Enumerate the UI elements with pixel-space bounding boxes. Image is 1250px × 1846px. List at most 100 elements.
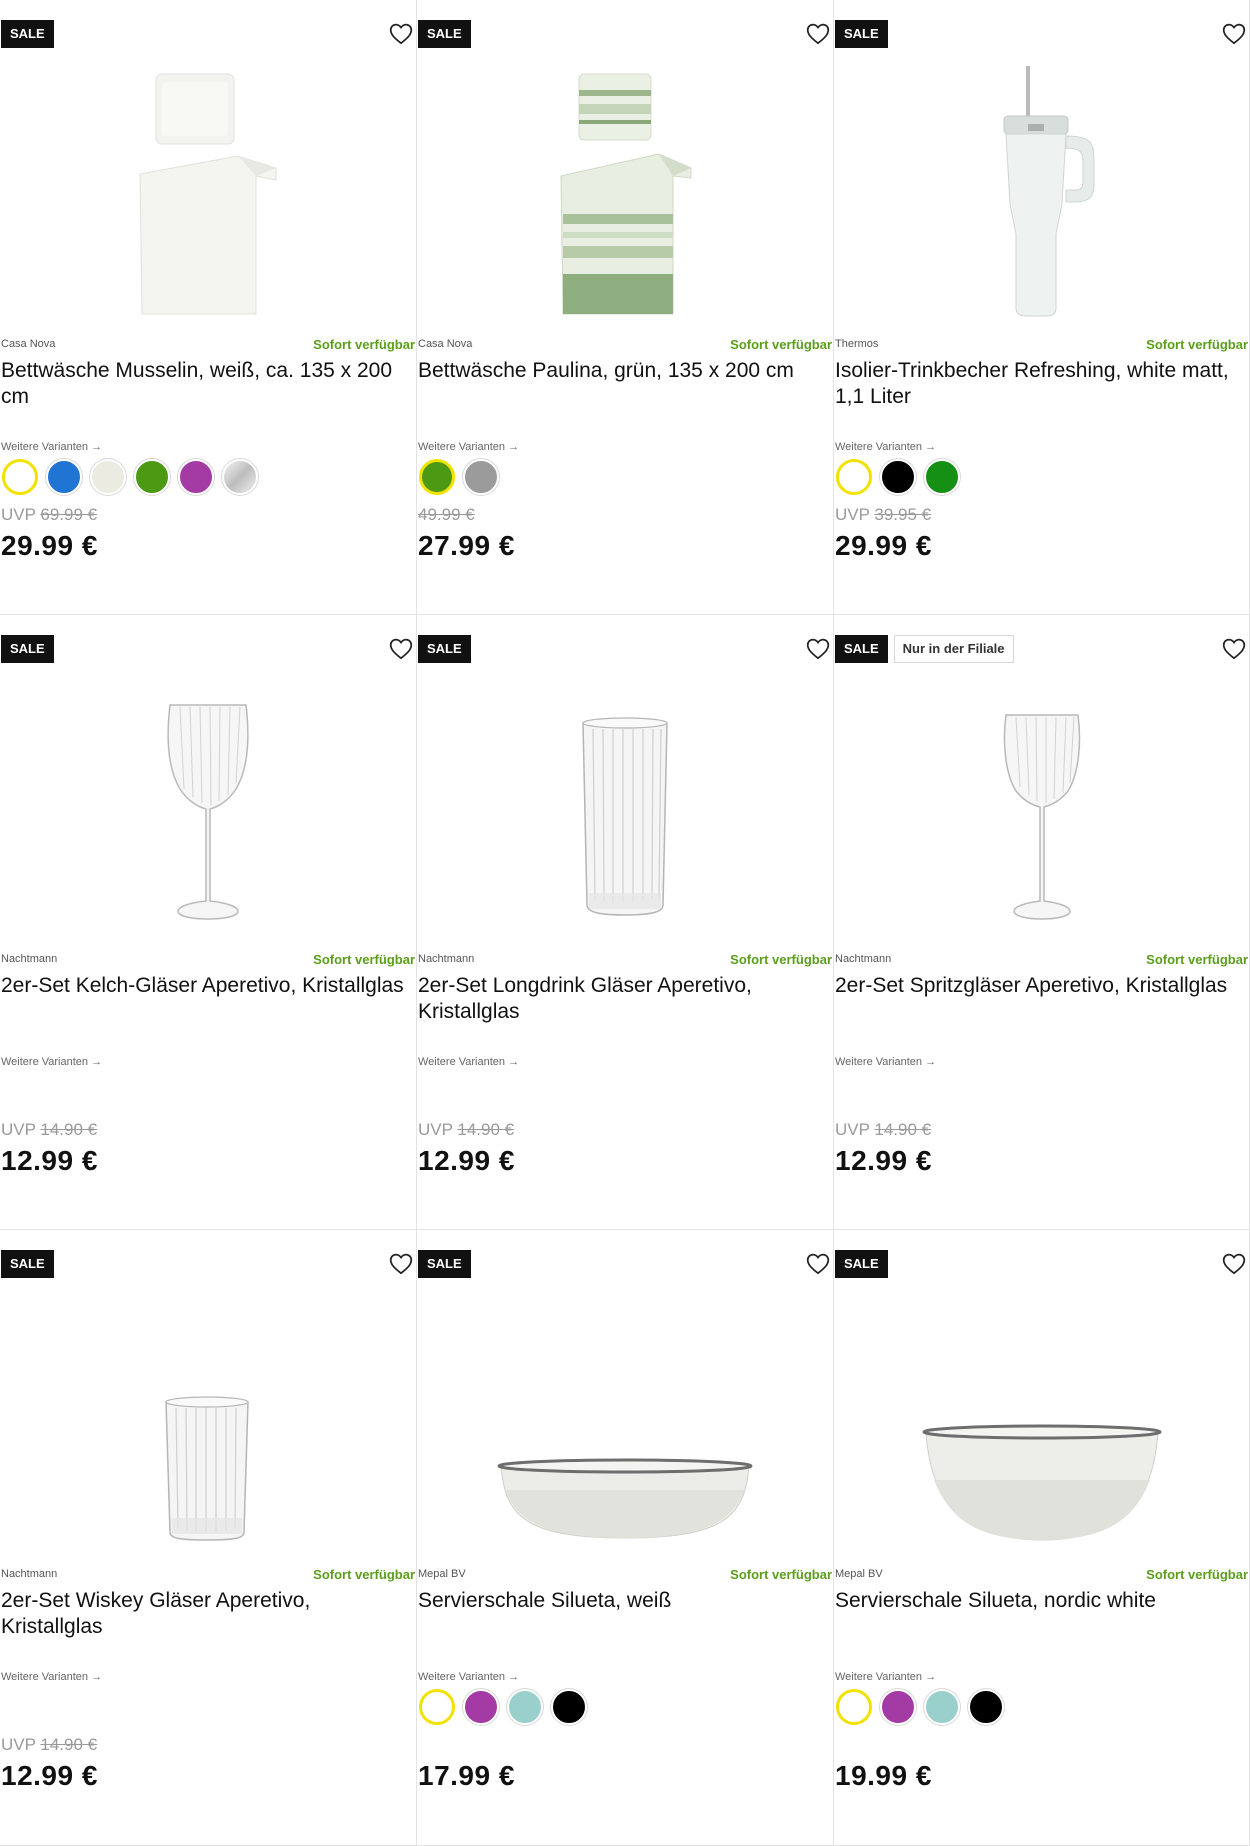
product-image[interactable] — [0, 1288, 416, 1560]
badge-row: SALE — [1, 635, 54, 663]
product-card[interactable]: SALE Casa Nova Sofort verfügbar Bettwäsc… — [0, 0, 417, 615]
product-title[interactable]: 2er-Set Wiskey Gläser Aperetivo, Kristal… — [1, 1588, 408, 1640]
product-image[interactable] — [417, 1288, 833, 1560]
product-card[interactable]: SALE Mepal BV Sofort verfügbar Serviersc… — [834, 1230, 1250, 1846]
color-swatch-mint[interactable] — [507, 1689, 543, 1725]
product-title[interactable]: Servierschale Silueta, nordic white — [835, 1588, 1241, 1614]
product-image[interactable] — [834, 673, 1249, 945]
product-card[interactable]: SALE Casa Nova Sofort verfügbar Bettwäsc… — [417, 0, 834, 615]
brand-name: Casa Nova — [1, 338, 56, 350]
color-swatch-black[interactable] — [880, 459, 916, 495]
product-title[interactable]: 2er-Set Spritzgläser Aperetivo, Kristall… — [835, 973, 1241, 999]
product-card[interactable]: SALE Mepal BV Sofort verfügbar Serviersc… — [417, 1230, 834, 1846]
product-title[interactable]: Isolier-Trinkbecher Refreshing, white ma… — [835, 358, 1241, 410]
color-swatches — [836, 459, 960, 495]
uvp-row: 49.99 € — [418, 505, 475, 525]
brand-name: Mepal BV — [835, 1568, 883, 1580]
wishlist-heart-icon[interactable] — [387, 20, 415, 48]
whiskey-glass-image — [165, 1396, 249, 1541]
serving-bowl-deep-image — [922, 1424, 1161, 1541]
product-title[interactable]: 2er-Set Longdrink Gläser Aperetivo, Kris… — [418, 973, 825, 1025]
more-variants-link[interactable]: Weitere Varianten → — [1, 1671, 102, 1683]
brand-name: Nachtmann — [418, 953, 475, 965]
wishlist-heart-icon[interactable] — [804, 20, 832, 48]
wishlist-heart-icon[interactable] — [1220, 1250, 1248, 1278]
color-swatch-purple[interactable] — [880, 1689, 916, 1725]
badge-row: SALE — [418, 20, 471, 48]
color-swatch-cream[interactable] — [90, 459, 126, 495]
sale-badge: SALE — [418, 20, 471, 48]
product-title[interactable]: 2er-Set Kelch-Gläser Aperetivo, Kristall… — [1, 973, 408, 999]
color-swatch-blue[interactable] — [46, 459, 82, 495]
product-image[interactable] — [0, 673, 416, 945]
uvp-row: UVP 39.95 € — [835, 505, 931, 525]
color-swatch-white[interactable] — [419, 1689, 455, 1725]
sale-price: 12.99 € — [1, 1145, 98, 1176]
sale-price: 27.99 € — [418, 530, 515, 561]
spritz-glass-image — [1003, 714, 1080, 920]
old-price: 14.90 € — [40, 1735, 98, 1754]
product-image[interactable] — [0, 58, 416, 330]
meta-row: Nachtmann Sofort verfügbar — [418, 949, 832, 969]
brand-name: Nachtmann — [835, 953, 892, 965]
availability-label: Sofort verfügbar — [313, 1566, 415, 1582]
brand-name: Mepal BV — [418, 1568, 466, 1580]
badge-row: SALE — [835, 20, 888, 48]
product-title[interactable]: Servierschale Silueta, weiß — [418, 1588, 825, 1614]
sale-price: 12.99 € — [418, 1145, 515, 1176]
product-card[interactable]: SALE Thermos Sofort verfügbar Isolier-Tr… — [834, 0, 1250, 615]
more-variants-link[interactable]: Weitere Varianten → — [835, 1056, 936, 1068]
sale-price: 29.99 € — [835, 530, 932, 561]
product-card[interactable]: SALE Nachtmann Sofort verfügbar 2er-Set … — [0, 615, 417, 1230]
wishlist-heart-icon[interactable] — [387, 635, 415, 663]
color-swatch-white[interactable] — [836, 459, 872, 495]
product-card[interactable]: SALE Nachtmann Sofort verfügbar 2er-Set … — [417, 615, 834, 1230]
badge-row: SALE — [418, 1250, 471, 1278]
insulated-tumbler-image — [1003, 66, 1094, 317]
color-swatch-black[interactable] — [968, 1689, 1004, 1725]
color-swatch-white[interactable] — [836, 1689, 872, 1725]
color-swatch-purple[interactable] — [463, 1689, 499, 1725]
color-swatch-green[interactable] — [134, 459, 170, 495]
more-variants-link[interactable]: Weitere Varianten → — [1, 1056, 102, 1068]
serving-bowl-shallow-image — [497, 1458, 753, 1539]
wishlist-heart-icon[interactable] — [804, 635, 832, 663]
old-price: 49.99 € — [418, 505, 475, 524]
color-swatch-grey[interactable] — [463, 459, 499, 495]
meta-row: Casa Nova Sofort verfügbar — [1, 334, 415, 354]
more-variants-link[interactable]: Weitere Varianten → — [835, 1671, 936, 1683]
product-image[interactable] — [417, 58, 833, 330]
color-swatch-mint[interactable] — [924, 1689, 960, 1725]
availability-label: Sofort verfügbar — [313, 951, 415, 967]
product-card[interactable]: SALE Nur in der Filiale Nachtmann Sofort… — [834, 615, 1250, 1230]
product-title[interactable]: Bettwäsche Paulina, grün, 135 x 200 cm — [418, 358, 825, 384]
color-swatch-green[interactable] — [419, 459, 455, 495]
wishlist-heart-icon[interactable] — [387, 1250, 415, 1278]
color-swatch-green[interactable] — [924, 459, 960, 495]
wishlist-heart-icon[interactable] — [1220, 635, 1248, 663]
color-swatch-white[interactable] — [2, 459, 38, 495]
meta-row: Mepal BV Sofort verfügbar — [835, 1564, 1248, 1584]
more-variants-link[interactable]: Weitere Varianten → — [418, 1671, 519, 1683]
badge-row: SALE — [1, 1250, 54, 1278]
color-swatch-black[interactable] — [551, 1689, 587, 1725]
product-card[interactable]: SALE Nachtmann Sofort verfügbar 2er-Set … — [0, 1230, 417, 1846]
product-title[interactable]: Bettwäsche Musselin, weiß, ca. 135 x 200… — [1, 358, 408, 410]
sale-badge: SALE — [418, 635, 471, 663]
product-image[interactable] — [834, 1288, 1249, 1560]
color-swatch-silver[interactable] — [222, 459, 258, 495]
product-image[interactable] — [834, 58, 1249, 330]
badge-row: SALE — [418, 635, 471, 663]
wishlist-heart-icon[interactable] — [804, 1250, 832, 1278]
more-variants-link[interactable]: Weitere Varianten → — [418, 441, 519, 453]
meta-row: Mepal BV Sofort verfügbar — [418, 1564, 832, 1584]
more-variants-link[interactable]: Weitere Varianten → — [835, 441, 936, 453]
availability-label: Sofort verfügbar — [730, 336, 832, 352]
product-image[interactable] — [417, 673, 833, 945]
sale-price: 19.99 € — [835, 1760, 932, 1791]
color-swatch-purple[interactable] — [178, 459, 214, 495]
more-variants-link[interactable]: Weitere Varianten → — [1, 441, 102, 453]
wishlist-heart-icon[interactable] — [1220, 20, 1248, 48]
uvp-label: UVP — [835, 1120, 870, 1139]
more-variants-link[interactable]: Weitere Varianten → — [418, 1056, 519, 1068]
